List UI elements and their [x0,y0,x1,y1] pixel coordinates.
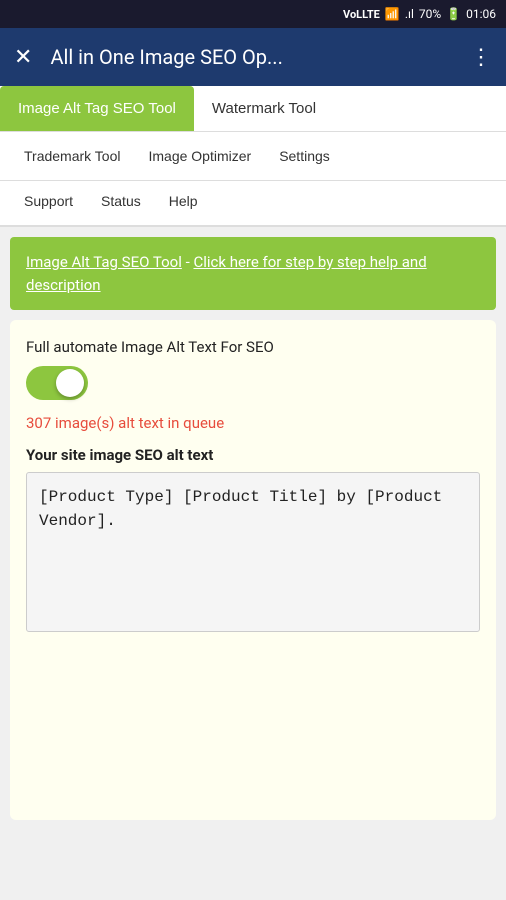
nav-row-2: Trademark Tool Image Optimizer Settings [0,132,506,181]
info-banner: Image Alt Tag SEO Tool - Click here for … [10,237,496,310]
auto-alt-text-toggle[interactable] [26,366,88,400]
tab-status[interactable]: Status [87,185,155,217]
more-options-button[interactable]: ⋮ [470,45,492,70]
app-header: ✕ All in One Image SEO Op... ⋮ [0,28,506,86]
tab-image-optimizer[interactable]: Image Optimizer [134,138,265,174]
nav-row-3: Support Status Help [0,181,506,227]
status-bar: VoLLTE 📶 .ıl 70% 🔋 01:06 [0,0,506,28]
wifi-icon: 📶 [385,7,400,21]
tab-trademark[interactable]: Trademark Tool [10,138,134,174]
toggle-label: Full automate Image Alt Text For SEO [26,338,480,356]
time-display: 01:06 [466,7,496,21]
alt-text-label: Your site image SEO alt text [26,446,480,464]
nav-row-1: Image Alt Tag SEO Tool Watermark Tool [0,86,506,132]
content-card: Full automate Image Alt Text For SEO 307… [10,320,496,820]
battery-percent: 70% [419,7,441,21]
app-title: All in One Image SEO Op... [50,45,470,69]
battery-icon: 🔋 [446,7,461,21]
alt-text-value[interactable]: [Product Type] [Product Title] by [Produ… [26,472,480,632]
tab-image-alt-tag[interactable]: Image Alt Tag SEO Tool [0,86,194,131]
network-bars: .ıl [405,7,414,21]
banner-text: Image Alt Tag SEO Tool - Click here for … [26,251,480,296]
banner-tool-name: Image Alt Tag SEO Tool [26,253,182,271]
signal-indicator: VoLLTE [343,8,380,21]
tab-help[interactable]: Help [155,185,212,217]
tab-watermark[interactable]: Watermark Tool [194,86,334,131]
close-button[interactable]: ✕ [14,45,32,70]
toggle-section: Full automate Image Alt Text For SEO [26,338,480,400]
tab-settings[interactable]: Settings [265,138,344,174]
tab-support[interactable]: Support [10,185,87,217]
queue-status: 307 image(s) alt text in queue [26,414,480,432]
toggle-thumb [56,369,84,397]
